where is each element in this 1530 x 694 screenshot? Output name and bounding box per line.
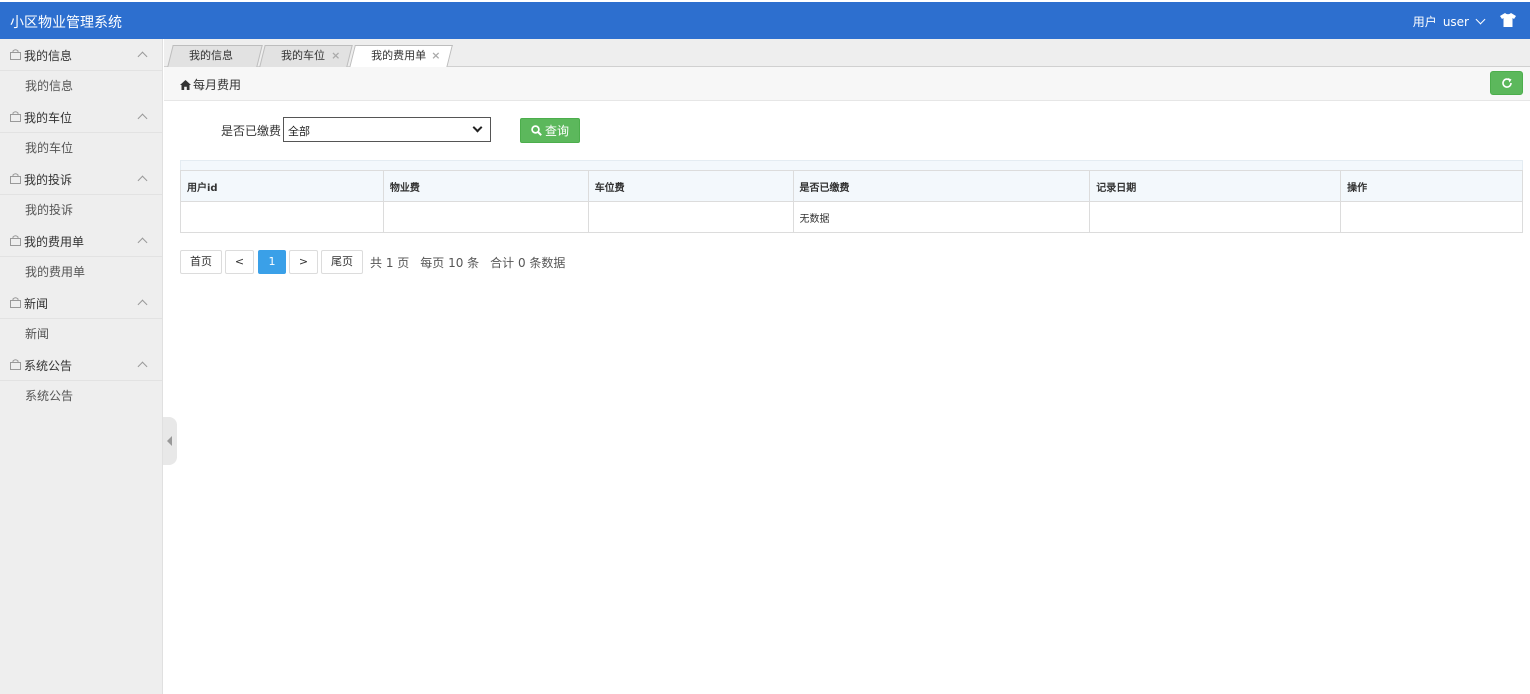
last-page-button[interactable]: 尾页	[321, 250, 363, 274]
close-icon[interactable]: ×	[431, 49, 440, 62]
bag-icon	[10, 111, 21, 122]
close-icon[interactable]: ×	[331, 49, 340, 62]
table-toolbar	[180, 160, 1523, 170]
bag-icon	[10, 235, 21, 246]
bag-icon	[10, 359, 21, 370]
breadcrumb-label: 每月费用	[193, 78, 242, 92]
tab-bar: 我的信息 我的车位 × 我的费用单 ×	[164, 39, 1530, 68]
tab-my-bills[interactable]: 我的费用单 ×	[349, 45, 453, 68]
sidebar-group-news[interactable]: 新闻	[0, 287, 162, 319]
refresh-button[interactable]	[1490, 71, 1523, 95]
chevron-up-icon	[137, 113, 148, 124]
bag-icon	[10, 173, 21, 184]
user-label: 用户	[1412, 15, 1437, 29]
table-cell	[1089, 201, 1342, 233]
username: user	[1442, 14, 1469, 29]
table-cell	[587, 201, 794, 233]
chevron-up-icon	[137, 51, 148, 62]
sidebar-item-my-bills[interactable]: 我的费用单	[0, 257, 162, 287]
column-header-user-id[interactable]: 用户id	[180, 170, 384, 202]
app-title: 小区物业管理系统	[10, 15, 122, 31]
paid-status-value: 全部	[288, 125, 310, 138]
first-page-button[interactable]: 首页	[180, 250, 222, 274]
table-cell	[1340, 201, 1523, 233]
chevron-up-icon	[137, 361, 148, 372]
column-header-actions: 操作	[1340, 170, 1523, 202]
bag-icon	[10, 297, 21, 308]
breadcrumb: 每月费用	[180, 76, 241, 93]
sidebar-item-my-complaints[interactable]: 我的投诉	[0, 195, 162, 225]
next-page-button[interactable]: >	[289, 250, 318, 274]
user-menu[interactable]: 用户 user	[1412, 13, 1486, 30]
pagination: 首页 < 1 > 尾页 共 1 页 每页 10 条 合计 0 条数据	[180, 250, 565, 274]
query-button-label: 查询	[544, 124, 569, 138]
sidebar-group-label: 新闻	[24, 297, 49, 311]
total-pages: 共 1 页	[370, 255, 410, 270]
sidebar-group-my-bills[interactable]: 我的费用单	[0, 225, 162, 257]
chevron-down-icon	[1475, 14, 1486, 25]
prev-page-button[interactable]: <	[225, 250, 254, 274]
chevron-up-icon	[137, 175, 148, 186]
empty-message: 无数据	[792, 201, 1091, 233]
tab-my-parking[interactable]: 我的车位 ×	[259, 45, 353, 67]
chevron-up-icon	[137, 299, 148, 310]
bag-icon	[10, 49, 21, 60]
query-button[interactable]: 查询	[520, 118, 580, 143]
sidebar-group-my-complaints[interactable]: 我的投诉	[0, 163, 162, 195]
page-size: 每页 10 条	[420, 255, 480, 270]
refresh-icon	[1502, 78, 1512, 88]
shirt-icon[interactable]	[1500, 13, 1516, 27]
table-cell	[180, 201, 384, 233]
sidebar-group-announcements[interactable]: 系统公告	[0, 349, 162, 381]
sidebar-item-news[interactable]: 新闻	[0, 319, 162, 349]
tab-my-info[interactable]: 我的信息	[167, 45, 263, 67]
sidebar-collapse-handle[interactable]	[163, 417, 177, 465]
paid-status-select[interactable]: 全部	[283, 117, 491, 142]
chevron-up-icon	[137, 237, 148, 248]
caret-left-icon	[167, 436, 172, 446]
sidebar-group-label: 我的车位	[24, 111, 73, 125]
column-header-paid-status[interactable]: 是否已缴费	[792, 170, 1091, 202]
home-icon	[180, 79, 191, 90]
sidebar-group-label: 我的投诉	[24, 173, 73, 187]
chevron-down-icon	[472, 122, 483, 133]
table-cell	[382, 201, 589, 233]
sidebar: 我的信息 我的信息 我的车位 我的车位 我的投诉 我的投诉 我的费用单 我的费用…	[0, 39, 163, 694]
column-header-record-date[interactable]: 记录日期	[1089, 170, 1342, 202]
sidebar-group-label: 我的费用单	[24, 235, 85, 249]
column-header-parking-fee[interactable]: 车位费	[587, 170, 794, 202]
sidebar-item-my-info[interactable]: 我的信息	[0, 71, 162, 101]
breadcrumb-bar: 每月费用	[164, 67, 1530, 101]
sidebar-group-my-info[interactable]: 我的信息	[0, 39, 162, 71]
top-header: 小区物业管理系统 用户 user	[0, 2, 1530, 39]
search-icon	[531, 125, 542, 136]
sidebar-group-label: 系统公告	[24, 359, 73, 373]
sidebar-group-label: 我的信息	[24, 49, 73, 63]
bills-table: 用户id 物业费 车位费 是否已缴费 记录日期 操作 无数据	[180, 170, 1523, 233]
page-1-button[interactable]: 1	[258, 250, 286, 274]
total-records: 合计 0 条数据	[490, 255, 566, 270]
column-header-property-fee[interactable]: 物业费	[382, 170, 589, 202]
table-header-row: 用户id 物业费 车位费 是否已缴费 记录日期 操作	[180, 170, 1523, 202]
sidebar-item-announcements[interactable]: 系统公告	[0, 381, 162, 411]
tab-label: 我的信息	[189, 49, 233, 62]
paid-filter-label: 是否已缴费	[221, 124, 282, 138]
table-row: 无数据	[180, 201, 1523, 233]
sidebar-group-my-parking[interactable]: 我的车位	[0, 101, 162, 133]
sidebar-item-my-parking[interactable]: 我的车位	[0, 133, 162, 163]
